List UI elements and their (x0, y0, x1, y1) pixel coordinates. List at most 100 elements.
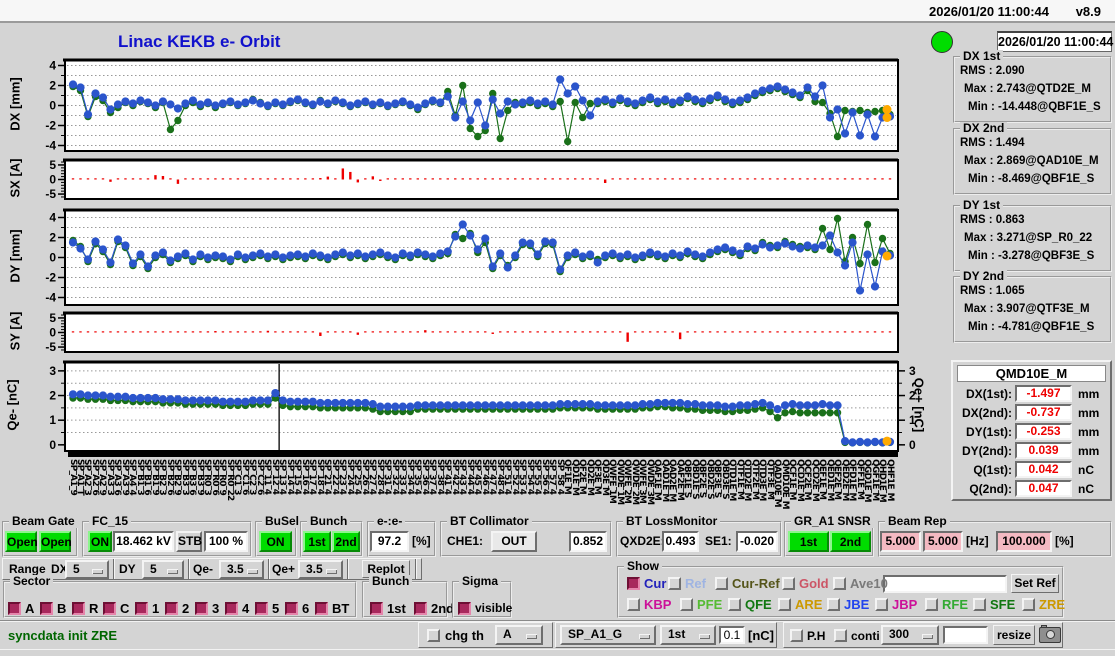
conti-checkbox[interactable] (834, 629, 847, 642)
range-qep-select[interactable]: 3.5 (298, 560, 343, 579)
qxd2e-label: QXD2E: (620, 534, 665, 548)
range-dy-select[interactable]: 5 (142, 560, 184, 579)
bunch-1st-checkbox-1st[interactable] (370, 602, 383, 615)
qxd2e-field[interactable]: 0.493 (662, 531, 699, 552)
sector-checkbox-3[interactable] (195, 602, 208, 615)
che1-value-field[interactable]: OUT (491, 531, 537, 552)
titlebar-version: v8.9 (1075, 4, 1101, 19)
sx-plot: 50-5 (45, 158, 899, 201)
range-dx-select[interactable]: 5 (65, 560, 109, 579)
dx-plot: 4 2 0 -2 -4 (45, 58, 899, 153)
chg-th-label: chg th (445, 628, 484, 643)
chg-th-checkbox[interactable] (427, 629, 440, 642)
show-checkbox-are[interactable] (778, 598, 791, 611)
count-input[interactable] (943, 626, 988, 644)
bunch-1st-button[interactable]: 1st (303, 531, 331, 552)
page-title: Linac KEKB e- Orbit (118, 32, 281, 51)
sector-checkbox-b[interactable] (40, 602, 53, 615)
beam-rep-field1[interactable]: 5.000 (880, 531, 921, 552)
show-checkbox-qfe[interactable] (728, 598, 741, 611)
sigma-visible-checkbox-visible[interactable] (458, 602, 471, 615)
sector-label: 1 (152, 601, 160, 616)
svg-text:4: 4 (49, 59, 56, 73)
beam-gate-open1-button[interactable]: Open (5, 531, 38, 552)
fc15-stb-button[interactable]: STB (176, 531, 202, 552)
show-checkbox-curref[interactable] (715, 577, 728, 590)
show-checkbox-ref[interactable] (668, 577, 681, 590)
stat-max: Max : 3.907@QTF3E_M (964, 303, 1090, 315)
sector-checkbox-a[interactable] (8, 602, 21, 615)
monitor-title: QMD10E_M (957, 365, 1106, 382)
sector-label: A (25, 601, 35, 616)
ee-ratio-field[interactable]: 97.2 (370, 531, 409, 552)
bunch-2nd-checkbox-2nd[interactable] (414, 602, 427, 615)
sector-label: 6 (302, 601, 310, 616)
show-checkbox-jbp[interactable] (875, 598, 888, 611)
conti-label: conti (851, 629, 880, 643)
resize-button[interactable]: resize (993, 625, 1035, 645)
chg-th-select[interactable]: A (495, 625, 543, 645)
set-ref-button[interactable]: Set Ref (1011, 574, 1059, 593)
show-checkbox-kbp[interactable] (627, 598, 640, 611)
svg-text:2: 2 (49, 389, 56, 403)
bt-lossmonitor-title: BT LossMonitor (623, 515, 721, 528)
se1-field[interactable]: -0.020 (736, 531, 778, 552)
sector-checkbox-4[interactable] (225, 602, 238, 615)
stat-min: Min : -3.278@QBF3E_S (968, 250, 1095, 262)
fc15-pct-field[interactable]: 100 % (204, 531, 248, 552)
threshold-unit: [nC] (748, 628, 774, 643)
show-checkbox-zre[interactable] (1022, 598, 1035, 611)
show-label: ARE (795, 597, 823, 612)
beam-rep-field2[interactable]: 5.000 (923, 531, 963, 552)
gr-a1-1st-button[interactable]: 1st (788, 531, 829, 552)
camera-icon[interactable] (1039, 625, 1061, 643)
busel-on-button[interactable]: ON (259, 531, 292, 552)
show-checkbox-ave10[interactable] (833, 577, 846, 590)
threshold-input[interactable]: 0.1 (719, 626, 745, 644)
count-select[interactable]: 300 (881, 625, 939, 645)
range-dy-label: DY (119, 562, 136, 576)
sector-checkbox-r[interactable] (72, 602, 85, 615)
show-checkbox-jbe[interactable] (827, 598, 840, 611)
beam-rep-field3[interactable]: 100.000 (996, 531, 1052, 552)
stat-rms: RMS : 2.090 (960, 65, 1025, 77)
sector-checkbox-c[interactable] (103, 602, 116, 615)
titlebar-datetime: 2026/01/20 11:00:44 (929, 4, 1049, 19)
show-checkbox-sfe[interactable] (973, 598, 986, 611)
bunch-select[interactable]: 1st (660, 625, 716, 645)
show-label: Cur (644, 576, 667, 591)
show-checkbox-gold[interactable] (782, 577, 795, 590)
monitor-row-label: DY(2nd): (962, 444, 1012, 458)
ee-ratio-unit: [%] (412, 534, 431, 548)
set-ref-input[interactable] (883, 575, 1007, 593)
sector-checkbox-6[interactable] (285, 602, 298, 615)
status-message: syncdata init ZRE (8, 628, 118, 643)
stat-group-dx-2nd: DX 2nd RMS : 1.494 Max : 2.869@QAD10E_M Min… (953, 122, 1112, 195)
sector-checkbox-bt[interactable] (315, 602, 328, 615)
stat-group-dy-2nd: DY 2nd RMS : 1.065 Max : 3.907@QTF3E_M Min … (953, 270, 1112, 343)
range-qem-select[interactable]: 3.5 (219, 560, 264, 579)
show-checkbox-pfe[interactable] (680, 598, 693, 611)
beam-gate-open2-button[interactable]: Open (39, 531, 72, 552)
ph-checkbox[interactable] (790, 629, 803, 642)
beam-rep-group: Beam Rep 5.000 5.000 [Hz] 100.000 [%] (878, 515, 1112, 557)
gr-a1-2nd-button[interactable]: 2nd (830, 531, 871, 552)
show-checkbox-cur[interactable] (627, 577, 640, 590)
bunch-2nd-button[interactable]: 2nd (332, 531, 360, 552)
sp-select[interactable]: SP_A1_G (560, 625, 656, 645)
bt-collimator-value-field[interactable]: 0.852 (569, 531, 607, 552)
fc15-on-button[interactable]: ON (88, 531, 112, 552)
stat-max: Max : 3.271@SP_R0_22 (964, 232, 1093, 244)
stat-title: DX 1st (960, 50, 1004, 63)
stat-rms: RMS : 1.494 (960, 137, 1025, 149)
beam-gate-title: Beam Gate (9, 515, 78, 528)
svg-text:0: 0 (49, 99, 56, 113)
fc15-kv-field[interactable]: 18.462 kV (113, 531, 174, 552)
sector-checkbox-1[interactable] (135, 602, 148, 615)
show-checkbox-rfe[interactable] (925, 598, 938, 611)
range-qem-label: Qe- (193, 562, 214, 576)
sector-checkbox-2[interactable] (165, 602, 178, 615)
sector-checkbox-5[interactable] (255, 602, 268, 615)
show-label: Gold (799, 576, 829, 591)
show-label: JBP (892, 597, 918, 612)
